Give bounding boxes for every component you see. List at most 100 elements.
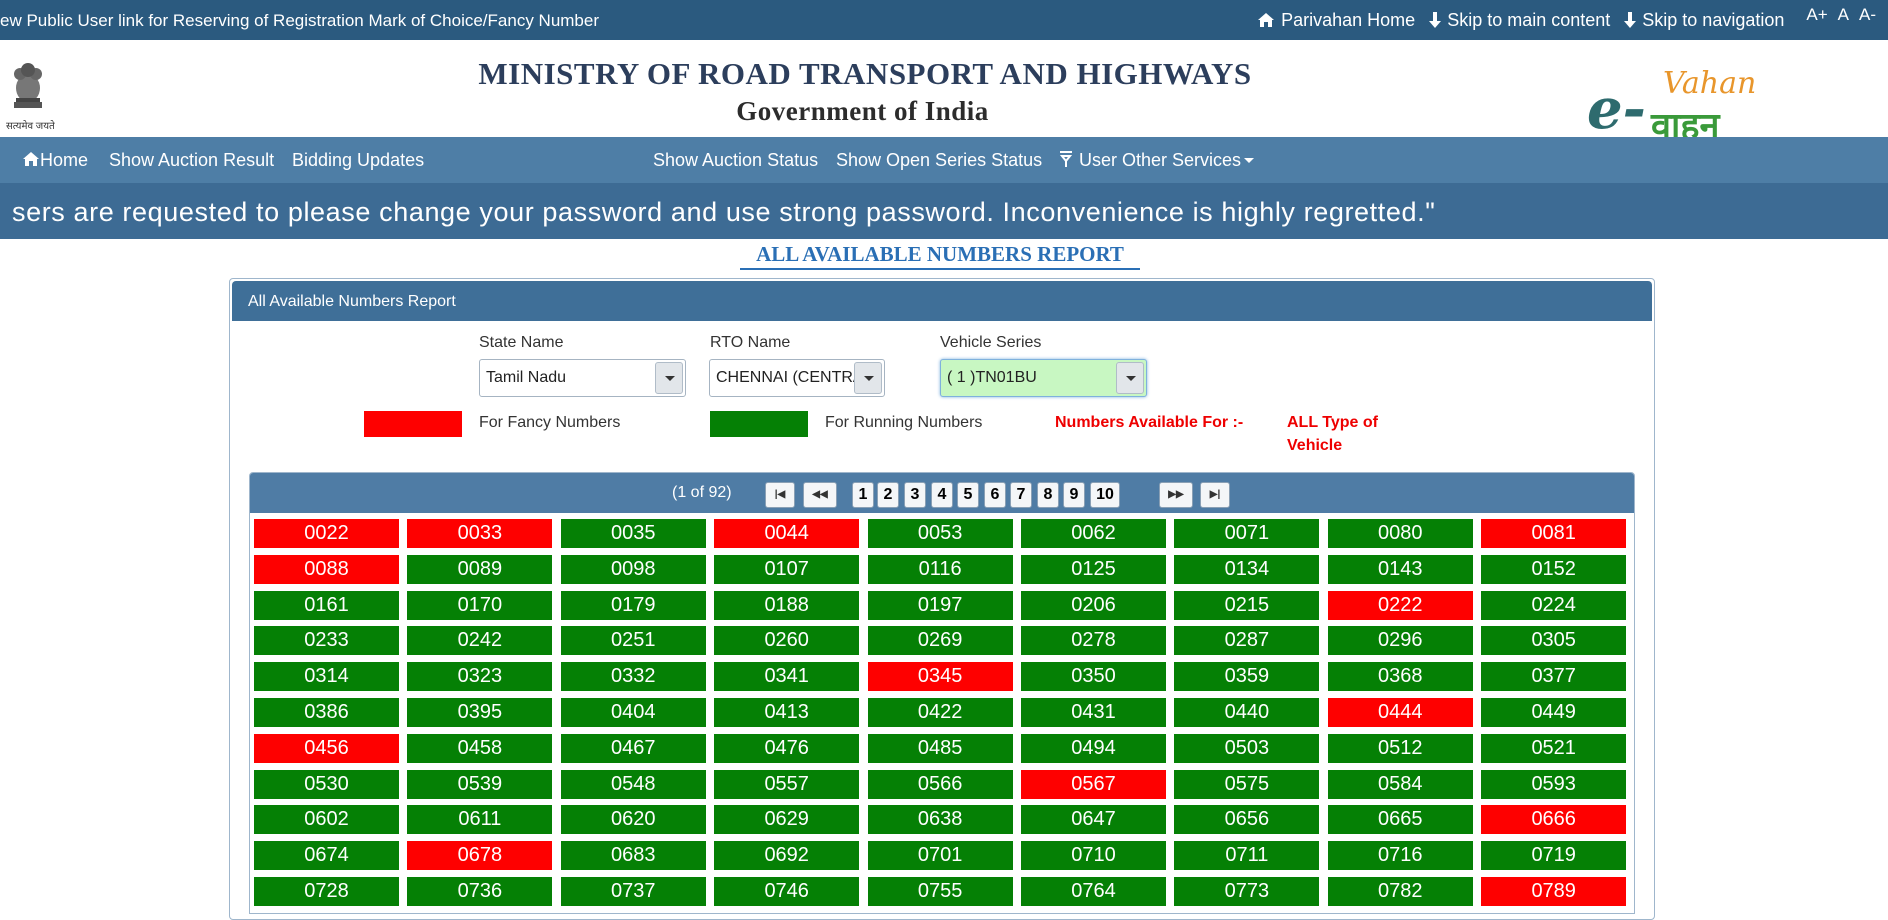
running-number-cell[interactable]: 0242 (407, 626, 553, 656)
running-number-cell[interactable]: 0053 (867, 519, 1013, 548)
running-number-cell[interactable]: 0323 (407, 662, 553, 692)
running-number-cell[interactable]: 0548 (560, 769, 706, 799)
rto-dropdown-button[interactable] (854, 362, 882, 394)
running-number-cell[interactable]: 0458 (407, 733, 553, 763)
running-number-cell[interactable]: 0773 (1174, 877, 1320, 906)
state-dropdown-button[interactable] (655, 362, 683, 394)
running-number-cell[interactable]: 0080 (1327, 519, 1473, 548)
running-number-cell[interactable]: 0206 (1021, 590, 1166, 620)
running-number-cell[interactable]: 0377 (1481, 662, 1627, 692)
running-number-cell[interactable]: 0665 (1327, 805, 1473, 835)
running-number-cell[interactable]: 0782 (1327, 877, 1473, 906)
running-number-cell[interactable]: 0440 (1174, 698, 1320, 727)
running-number-cell[interactable]: 0098 (560, 554, 706, 584)
page-button-2[interactable]: 2 (877, 482, 899, 508)
state-select[interactable]: Tamil Nadu (479, 359, 686, 397)
running-number-cell[interactable]: 0539 (407, 769, 553, 799)
running-number-cell[interactable]: 0314 (254, 662, 399, 692)
running-number-cell[interactable]: 0656 (1174, 805, 1320, 835)
nav-open-series[interactable]: Show Open Series Status (836, 137, 1042, 183)
running-number-cell[interactable]: 0512 (1327, 733, 1473, 763)
running-number-cell[interactable]: 0107 (714, 554, 860, 584)
running-number-cell[interactable]: 0143 (1327, 554, 1473, 584)
prev-page-button[interactable]: ◀◀ (803, 482, 837, 508)
running-number-cell[interactable]: 0476 (714, 733, 860, 763)
running-number-cell[interactable]: 0368 (1327, 662, 1473, 692)
last-page-button[interactable]: ▶| (1200, 482, 1230, 508)
fancy-number-cell[interactable]: 0044 (714, 519, 860, 548)
fancy-number-cell[interactable]: 0222 (1327, 590, 1473, 620)
running-number-cell[interactable]: 0494 (1021, 733, 1166, 763)
first-page-button[interactable]: |◀ (765, 482, 795, 508)
running-number-cell[interactable]: 0736 (407, 877, 553, 906)
running-number-cell[interactable]: 0431 (1021, 698, 1166, 727)
running-number-cell[interactable]: 0620 (560, 805, 706, 835)
nav-bidding-updates[interactable]: Bidding Updates (292, 137, 424, 183)
running-number-cell[interactable]: 0035 (560, 519, 706, 548)
running-number-cell[interactable]: 0224 (1481, 590, 1627, 620)
nav-auction-result[interactable]: Show Auction Result (109, 137, 274, 183)
running-number-cell[interactable]: 0413 (714, 698, 860, 727)
page-button-9[interactable]: 9 (1063, 482, 1085, 508)
fancy-number-cell[interactable]: 0678 (407, 841, 553, 871)
nav-other-services[interactable]: User Other Services (1058, 137, 1255, 183)
rto-select[interactable]: CHENNAI (CENTRAL) (709, 359, 885, 397)
running-number-cell[interactable]: 0332 (560, 662, 706, 692)
running-number-cell[interactable]: 0233 (254, 626, 399, 656)
running-number-cell[interactable]: 0386 (254, 698, 399, 727)
running-number-cell[interactable]: 0251 (560, 626, 706, 656)
running-number-cell[interactable]: 0134 (1174, 554, 1320, 584)
page-button-1[interactable]: 1 (852, 482, 874, 508)
fancy-number-cell[interactable]: 0444 (1327, 698, 1473, 727)
running-number-cell[interactable]: 0269 (867, 626, 1013, 656)
running-number-cell[interactable]: 0116 (867, 554, 1013, 584)
page-button-5[interactable]: 5 (957, 482, 979, 508)
running-number-cell[interactable]: 0215 (1174, 590, 1320, 620)
running-number-cell[interactable]: 0521 (1481, 733, 1627, 763)
running-number-cell[interactable]: 0359 (1174, 662, 1320, 692)
running-number-cell[interactable]: 0467 (560, 733, 706, 763)
running-number-cell[interactable]: 0179 (560, 590, 706, 620)
parivahan-home-link[interactable]: Parivahan Home (1257, 10, 1415, 31)
running-number-cell[interactable]: 0152 (1481, 554, 1627, 584)
running-number-cell[interactable]: 0692 (714, 841, 860, 871)
running-number-cell[interactable]: 0170 (407, 590, 553, 620)
running-number-cell[interactable]: 0350 (1021, 662, 1166, 692)
page-button-8[interactable]: 8 (1037, 482, 1059, 508)
running-number-cell[interactable]: 0746 (714, 877, 860, 906)
skip-nav-link[interactable]: Skip to navigation (1624, 10, 1784, 31)
fancy-number-cell[interactable]: 0666 (1481, 805, 1627, 835)
running-number-cell[interactable]: 0584 (1327, 769, 1473, 799)
fancy-number-cell[interactable]: 0567 (1021, 769, 1166, 799)
page-button-7[interactable]: 7 (1010, 482, 1032, 508)
nav-home[interactable]: Home (22, 137, 88, 183)
running-number-cell[interactable]: 0530 (254, 769, 399, 799)
running-number-cell[interactable]: 0503 (1174, 733, 1320, 763)
running-number-cell[interactable]: 0764 (1021, 877, 1166, 906)
running-number-cell[interactable]: 0566 (867, 769, 1013, 799)
running-number-cell[interactable]: 0674 (254, 841, 399, 871)
running-number-cell[interactable]: 0737 (560, 877, 706, 906)
skip-main-link[interactable]: Skip to main content (1429, 10, 1610, 31)
running-number-cell[interactable]: 0260 (714, 626, 860, 656)
page-button-3[interactable]: 3 (904, 482, 926, 508)
font-increase-button[interactable]: A+ (1806, 5, 1827, 25)
fancy-number-cell[interactable]: 0022 (254, 519, 399, 548)
running-number-cell[interactable]: 0719 (1481, 841, 1627, 871)
series-dropdown-button[interactable] (1116, 362, 1144, 394)
running-number-cell[interactable]: 0728 (254, 877, 399, 906)
running-number-cell[interactable]: 0287 (1174, 626, 1320, 656)
evahan-logo[interactable]: e- Vahan वाहन (1585, 60, 1756, 146)
running-number-cell[interactable]: 0485 (867, 733, 1013, 763)
font-normal-button[interactable]: A (1838, 5, 1849, 25)
running-number-cell[interactable]: 0062 (1021, 519, 1166, 548)
running-number-cell[interactable]: 0716 (1327, 841, 1473, 871)
fancy-number-cell[interactable]: 0033 (407, 519, 553, 548)
fancy-number-cell[interactable]: 0088 (254, 554, 399, 584)
running-number-cell[interactable]: 0710 (1021, 841, 1166, 871)
running-number-cell[interactable]: 0089 (407, 554, 553, 584)
running-number-cell[interactable]: 0638 (867, 805, 1013, 835)
fancy-number-cell[interactable]: 0456 (254, 733, 399, 763)
running-number-cell[interactable]: 0071 (1174, 519, 1320, 548)
running-number-cell[interactable]: 0125 (1021, 554, 1166, 584)
